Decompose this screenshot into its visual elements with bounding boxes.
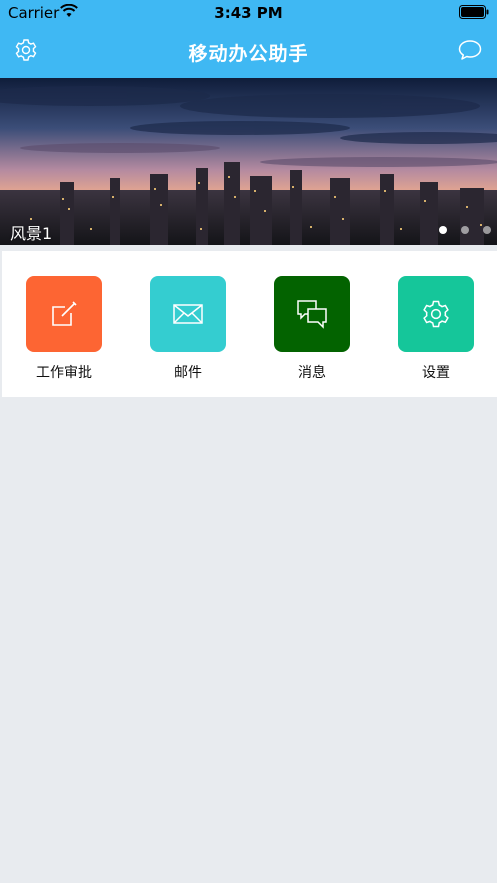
mail-tile[interactable] bbox=[150, 276, 226, 352]
image-carousel[interactable]: 风景1 bbox=[0, 78, 497, 245]
messages-icon bbox=[297, 300, 327, 329]
app-header: Carrier 3:43 PM 移动办公助手 bbox=[0, 0, 497, 78]
grid-item-mail[interactable]: 邮件 bbox=[150, 276, 226, 382]
city-skyline-image bbox=[0, 78, 497, 245]
settings-label: 设置 bbox=[422, 365, 450, 381]
carousel-dot-2[interactable] bbox=[461, 226, 469, 234]
status-time: 3:43 PM bbox=[214, 4, 283, 22]
carousel-dot-3[interactable] bbox=[483, 226, 491, 234]
grid-item-messages[interactable]: 消息 bbox=[274, 276, 350, 382]
carousel-dots bbox=[439, 226, 491, 234]
banner-caption: 风景1 bbox=[10, 224, 53, 243]
messages-tile[interactable] bbox=[274, 276, 350, 352]
page-title: 移动办公助手 bbox=[188, 43, 309, 65]
messages-label: 消息 bbox=[298, 365, 326, 381]
mail-label: 邮件 bbox=[174, 365, 202, 381]
approval-label: 工作审批 bbox=[36, 365, 92, 381]
chat-bubble-icon[interactable] bbox=[457, 38, 483, 62]
settings-tile[interactable] bbox=[398, 276, 474, 352]
grid-item-settings[interactable]: 设置 bbox=[398, 276, 474, 382]
feature-grid: 工作审批 邮件 消息 设置 bbox=[2, 251, 497, 397]
gear-icon bbox=[423, 300, 449, 328]
grid-item-approval[interactable]: 工作审批 bbox=[26, 276, 102, 382]
edit-icon bbox=[52, 301, 77, 326]
carousel-dot-1[interactable] bbox=[439, 226, 447, 234]
battery-icon bbox=[459, 5, 489, 19]
nav-bar: 移动办公助手 bbox=[0, 26, 497, 76]
mail-icon bbox=[173, 304, 203, 324]
status-bar: Carrier 3:43 PM bbox=[0, 0, 497, 26]
approval-tile[interactable] bbox=[26, 276, 102, 352]
